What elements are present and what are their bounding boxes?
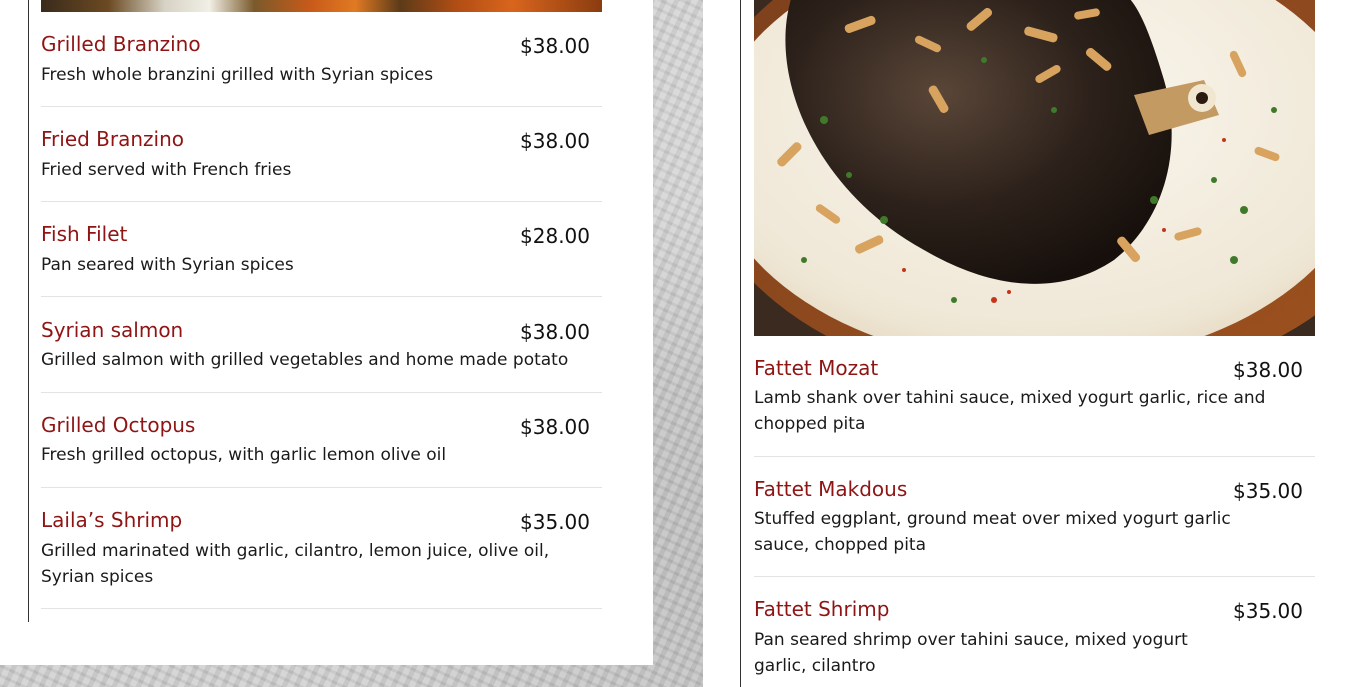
menu-item-name: Fish Filet bbox=[41, 222, 128, 246]
menu-item-description: Stuffed eggplant, ground meat over mixed… bbox=[754, 509, 1231, 555]
list-item: Laila’s Shrimp $35.00 Grilled marinated … bbox=[41, 508, 602, 609]
divider bbox=[41, 608, 602, 609]
divider bbox=[41, 106, 602, 107]
divider bbox=[41, 392, 602, 393]
menu-item-description: Grilled salmon with grilled vegetables a… bbox=[41, 350, 569, 370]
menu-item-description: Grilled marinated with garlic, cilantro,… bbox=[41, 541, 550, 587]
menu-item-price: $38.00 bbox=[1233, 358, 1303, 382]
divider bbox=[754, 576, 1315, 577]
menu-item-price: $35.00 bbox=[1233, 599, 1303, 623]
menu-item-name: Grilled Octopus bbox=[41, 413, 196, 437]
menu-item-price: $28.00 bbox=[520, 224, 590, 248]
list-item: Grilled Octopus $38.00 Fresh grilled oct… bbox=[41, 413, 602, 488]
menu-item-price: $38.00 bbox=[520, 415, 590, 439]
menu-item-description: Fried served with French fries bbox=[41, 160, 292, 180]
divider bbox=[41, 296, 602, 297]
divider bbox=[754, 456, 1315, 457]
menu-item-name: Fried Branzino bbox=[41, 127, 185, 151]
left-border-line bbox=[28, 0, 29, 622]
list-item: Fattet Shrimp $35.00 Pan seared shrimp o… bbox=[754, 597, 1315, 685]
list-item: Syrian salmon $38.00 Grilled salmon with… bbox=[41, 318, 602, 393]
list-item: Fattet Makdous $35.00 Stuffed eggplant, … bbox=[754, 477, 1315, 577]
divider bbox=[41, 201, 602, 202]
menu-item-name: Fattet Shrimp bbox=[754, 597, 890, 621]
menu-item-description: Fresh grilled octopus, with garlic lemon… bbox=[41, 445, 447, 465]
menu-item-description: Pan seared with Syrian spices bbox=[41, 255, 294, 275]
list-item: Fried Branzino $38.00 Fried served with … bbox=[41, 127, 602, 202]
list-item: Grilled Branzino $38.00 Fresh whole bran… bbox=[41, 32, 602, 107]
menu-item-description: Fresh whole branzini grilled with Syrian… bbox=[41, 65, 434, 85]
list-item: Fattet Mozat $38.00 Lamb shank over tahi… bbox=[754, 356, 1315, 457]
menu-item-price: $38.00 bbox=[520, 129, 590, 153]
menu-item-name: Syrian salmon bbox=[41, 318, 184, 342]
list-item: Fish Filet $28.00 Pan seared with Syrian… bbox=[41, 222, 602, 297]
lamb-shank-photo bbox=[754, 0, 1315, 336]
menu-item-description: Pan seared shrimp over tahini sauce, mix… bbox=[754, 630, 1188, 676]
divider bbox=[41, 487, 602, 488]
menu-item-price: $35.00 bbox=[1233, 479, 1303, 503]
right-border-line bbox=[740, 0, 741, 687]
menu-item-name: Fattet Mozat bbox=[754, 356, 879, 380]
menu-item-price: $38.00 bbox=[520, 320, 590, 344]
grilled-fish-photo bbox=[41, 0, 602, 12]
menu-item-name: Grilled Branzino bbox=[41, 32, 201, 56]
menu-item-name: Laila’s Shrimp bbox=[41, 508, 183, 532]
menu-item-price: $38.00 bbox=[520, 34, 590, 58]
menu-item-name: Fattet Makdous bbox=[754, 477, 908, 501]
menu-item-price: $35.00 bbox=[520, 510, 590, 534]
menu-item-description: Lamb shank over tahini sauce, mixed yogu… bbox=[754, 388, 1266, 434]
